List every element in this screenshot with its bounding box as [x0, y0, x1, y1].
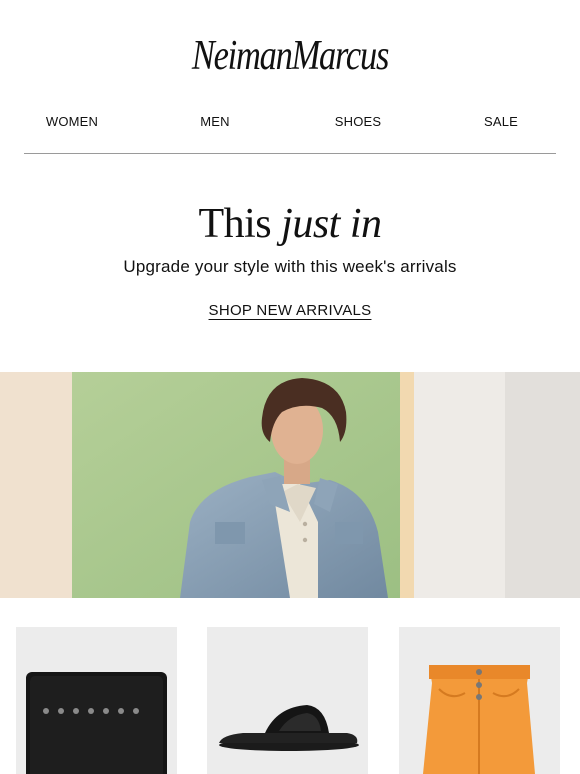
hero-subhead: Upgrade your style with this week's arri… [123, 257, 457, 276]
slide-sandal-icon [219, 705, 359, 751]
brand-logo[interactable]: NeimanMarcus [52, 24, 528, 88]
nav-item-women[interactable]: WOMEN [46, 114, 98, 129]
card-holder-icon [26, 672, 167, 774]
main-nav: WOMEN MEN SHOES SALE [0, 114, 580, 136]
denim-skirt-icon [423, 665, 535, 774]
cta-wrapper: SHOP NEW ARRIVALS [0, 302, 580, 320]
nav-item-sale[interactable]: SALE [484, 114, 518, 129]
shop-new-arrivals-link[interactable]: SHOP NEW ARRIVALS [209, 302, 372, 319]
headline-italic: just in [281, 201, 382, 247]
nav-divider [24, 153, 556, 154]
hero-image[interactable] [0, 372, 580, 598]
product-tile-denim-skirt[interactable] [399, 627, 560, 774]
nav-item-shoes[interactable]: SHOES [335, 114, 382, 129]
product-tile-slide-sandal[interactable] [207, 627, 368, 774]
headline-regular: This [198, 201, 272, 247]
product-tile-card-holder[interactable] [16, 627, 177, 774]
hero-photo-illustration [0, 372, 580, 598]
nav-item-men[interactable]: MEN [200, 114, 230, 129]
hero-headline: This just in [0, 196, 580, 252]
